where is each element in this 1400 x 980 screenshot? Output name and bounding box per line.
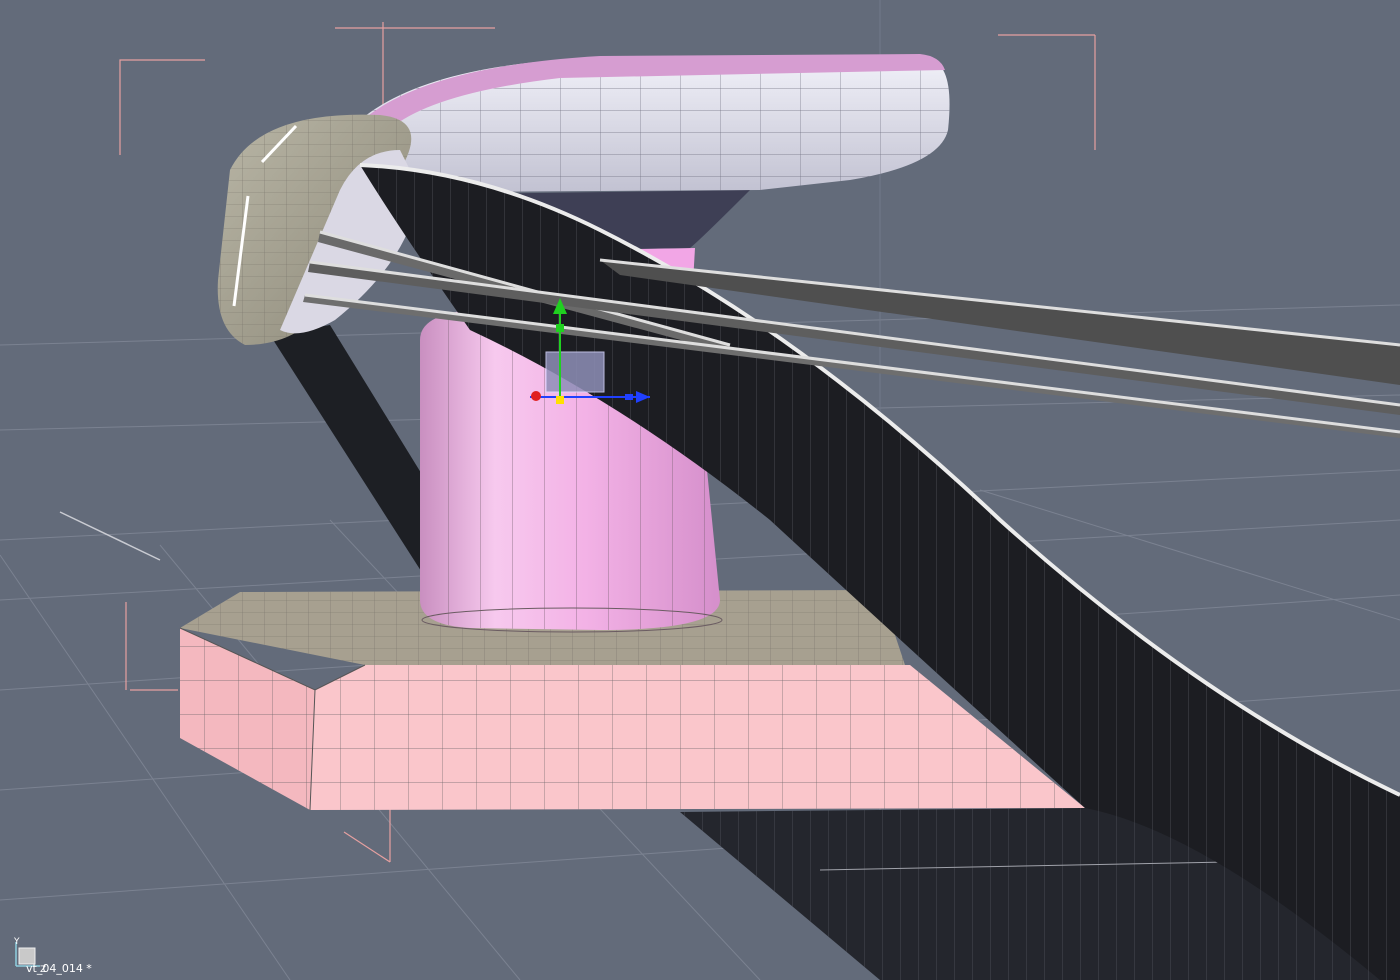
scene-canvas[interactable] <box>0 0 1400 980</box>
gizmo-plane-handle[interactable] <box>545 351 605 393</box>
gizmo-y-handle[interactable] <box>556 324 564 332</box>
gizmo-center-handle[interactable] <box>556 396 564 404</box>
axis-y-label: Y <box>13 937 20 947</box>
gizmo-x-handle[interactable] <box>531 391 541 401</box>
3d-viewport[interactable]: Y Z vt_04_014 * <box>0 0 1400 980</box>
viewport-camera-label: vt_04_014 * <box>26 962 92 975</box>
